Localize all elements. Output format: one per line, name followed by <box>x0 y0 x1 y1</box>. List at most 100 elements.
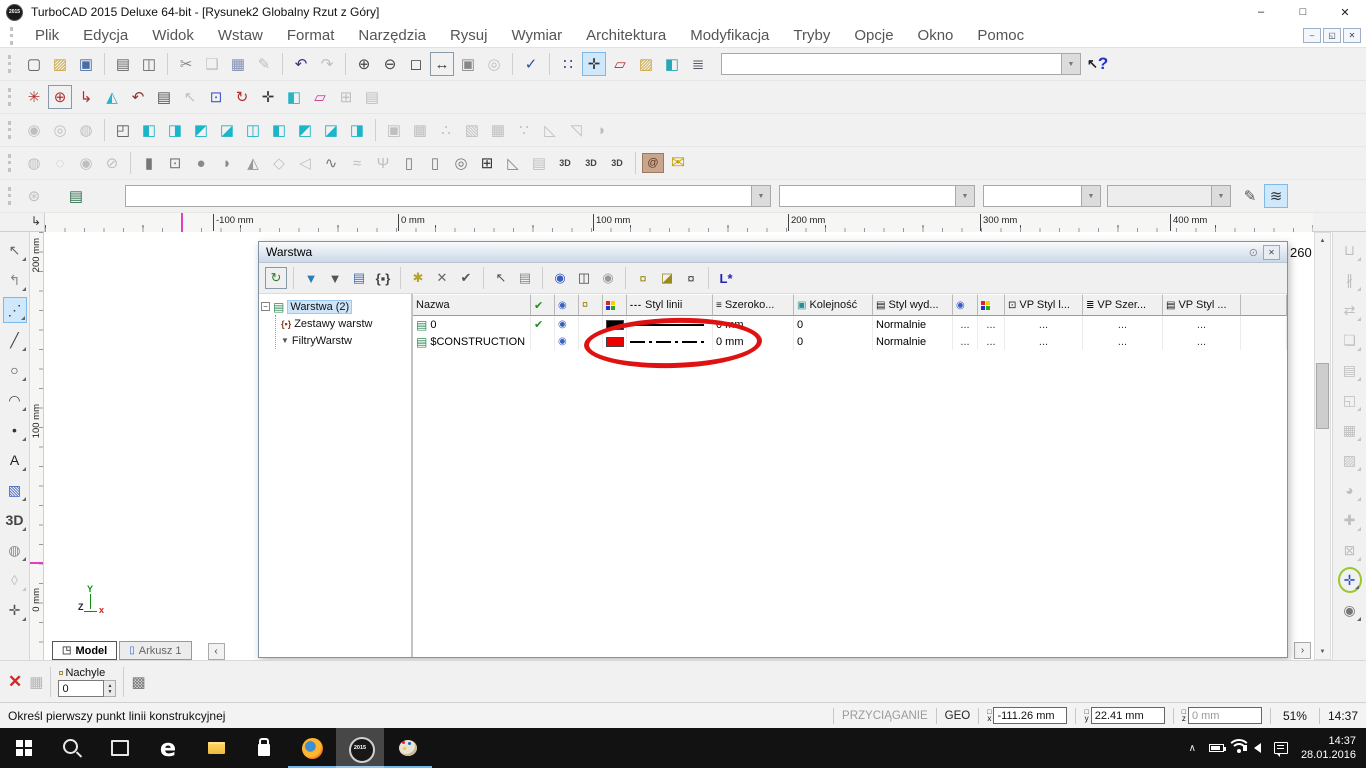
checkered-flag-icon[interactable]: ▩ <box>131 673 145 691</box>
x-coordinate-field[interactable]: -111.26 mm <box>993 707 1067 724</box>
washer-icon[interactable]: ◎ <box>449 151 473 175</box>
invert-lock-icon[interactable]: ◪ <box>656 267 678 289</box>
lock-layer-icon[interactable]: ¤ <box>680 267 702 289</box>
tree-collapse-icon[interactable]: − <box>261 302 270 311</box>
grid-dots-icon[interactable]: ∷ <box>556 52 580 76</box>
chevron-down-icon[interactable]: ▼ <box>751 186 770 206</box>
hemisphere-icon[interactable]: ◗ <box>215 151 239 175</box>
view-cube-iso2-icon[interactable]: ◪ <box>319 118 343 142</box>
view-cube-right-icon[interactable]: ◪ <box>215 118 239 142</box>
firefox-button[interactable] <box>288 728 336 768</box>
width-combo[interactable]: ▼ <box>983 185 1101 207</box>
view-cube-iso1-icon[interactable]: ◩ <box>293 118 317 142</box>
arc-3d-icon[interactable]: 3D <box>579 151 603 175</box>
arc-tool-icon[interactable]: ◠ <box>3 387 27 413</box>
zoom-out-icon[interactable]: ⊖ <box>378 52 402 76</box>
text-tool-icon[interactable]: A <box>3 447 27 473</box>
wifi-icon[interactable] <box>1237 749 1241 753</box>
menu-opcje[interactable]: Opcje <box>843 24 904 48</box>
symbols-folder-icon[interactable]: ▨ <box>634 52 658 76</box>
cancel-icon[interactable]: ✕ <box>8 672 22 692</box>
wp-by-3points-icon[interactable]: ✳ <box>22 85 46 109</box>
wp-by-axes-icon[interactable]: ↳ <box>74 85 98 109</box>
chevron-down-icon[interactable]: ▼ <box>1081 186 1100 206</box>
snap-mouse-icon[interactable]: ✛ <box>582 52 606 76</box>
pan-tool-icon[interactable]: ✛ <box>3 597 27 623</box>
view-cube-back-icon[interactable]: ◨ <box>163 118 187 142</box>
view-cube-iso3-icon[interactable]: ◨ <box>345 118 369 142</box>
style-combo[interactable]: ▼ <box>125 185 771 207</box>
view-cube-left-icon[interactable]: ◩ <box>189 118 213 142</box>
edge-button[interactable]: e <box>144 728 192 768</box>
spinner-buttons[interactable]: ▲▼ <box>104 680 116 697</box>
rename-layer-icon[interactable]: L* <box>715 267 737 289</box>
color-combo[interactable]: ▼ <box>779 185 975 207</box>
layers-copy-icon[interactable]: ▤ <box>348 267 370 289</box>
scrollbar-track[interactable] <box>1315 248 1330 644</box>
menu-modyfikacja[interactable]: Modyfikacja <box>679 24 780 48</box>
dialog-close-button[interactable]: ✕ <box>1263 245 1280 260</box>
close-button[interactable]: ✕ <box>1324 0 1366 24</box>
column-active[interactable]: ✔ <box>531 294 555 316</box>
workplane-small-icon[interactable]: ▱ <box>608 52 632 76</box>
invert-visibility-icon[interactable]: ◫ <box>573 267 595 289</box>
undo-icon[interactable]: ↶ <box>289 52 313 76</box>
view-cube-front-icon[interactable]: ◧ <box>137 118 161 142</box>
tree-item-zestawy-warstw[interactable]: {▪} Zestawy warstw <box>276 315 409 332</box>
battery-icon[interactable] <box>1209 744 1224 752</box>
column-color[interactable] <box>603 294 627 316</box>
view-preset-combo[interactable]: ▼ <box>721 53 1081 75</box>
column-vp-styl-wydruku[interactable]: ▤VP Styl ... <box>1163 294 1241 316</box>
scroll-up-arrow[interactable]: ▲ <box>1315 233 1330 248</box>
wp-move-icon[interactable]: ✛ <box>256 85 280 109</box>
dialog-title-bar[interactable]: Warstwa ⊙ ✕ <box>259 242 1287 263</box>
show-all-layers-icon[interactable]: ◉ <box>549 267 571 289</box>
delete-layer-icon[interactable]: ✕ <box>431 267 453 289</box>
spell-check-icon[interactable]: ✓ <box>519 52 543 76</box>
layer-properties-icon[interactable]: ▤ <box>514 267 536 289</box>
mesh-grid-icon[interactable]: ⊞ <box>475 151 499 175</box>
wp-edit-nodes-icon[interactable]: ⊡ <box>204 85 228 109</box>
action-center-icon[interactable] <box>1274 742 1288 754</box>
menu-architektura[interactable]: Architektura <box>575 24 677 48</box>
file-explorer-button[interactable] <box>192 728 240 768</box>
vertical-scrollbar[interactable]: ▲ ▼ <box>1314 232 1331 660</box>
tray-expand-icon[interactable]: ∧ <box>1189 743 1196 754</box>
point-tool-icon[interactable]: • <box>3 417 27 443</box>
context-help-icon[interactable]: ↖? <box>1087 54 1108 74</box>
geo-toggle[interactable]: GEO <box>945 710 971 722</box>
cylinder2-icon[interactable]: ▯ <box>423 151 447 175</box>
cut-icon[interactable]: ✂ <box>174 52 198 76</box>
node-edit-tool-icon[interactable]: ↰ <box>3 267 27 293</box>
print-preview-icon[interactable]: ◫ <box>137 52 161 76</box>
y-coordinate-field[interactable]: 22.41 mm <box>1091 707 1165 724</box>
paint-button[interactable] <box>384 728 432 768</box>
select-on-layer-icon[interactable]: ↖ <box>490 267 512 289</box>
layer-sets-icon[interactable]: {▪} <box>372 267 394 289</box>
menu-rysuj[interactable]: Rysuj <box>439 24 499 48</box>
volume-icon[interactable] <box>1254 743 1261 753</box>
layers-flyout-icon[interactable]: ≣ <box>686 52 710 76</box>
zoom-extents-icon[interactable]: ↔ <box>430 52 454 76</box>
view-cube-bottom-icon[interactable]: ◧ <box>267 118 291 142</box>
task-view-button[interactable] <box>96 728 144 768</box>
wp-previous-icon[interactable]: ↶ <box>126 85 150 109</box>
mdi-minimize-button[interactable]: – <box>1303 28 1321 43</box>
color-swatch[interactable] <box>606 337 624 347</box>
minimize-button[interactable]: – <box>1240 0 1282 24</box>
zoom-in-icon[interactable]: ⊕ <box>352 52 376 76</box>
ramp-icon[interactable]: ◺ <box>501 151 525 175</box>
menu-edycja[interactable]: Edycja <box>72 24 139 48</box>
image-tool-icon[interactable]: ▧ <box>3 477 27 503</box>
turbocad-taskbar-button[interactable]: 2015 <box>336 728 384 768</box>
column-styl-wydruku[interactable]: ▤Styl wyd... <box>873 294 953 316</box>
column-nazwa[interactable]: Nazwa <box>413 294 531 316</box>
tree-item-filtry-warstw[interactable]: ▼ FiltryWarstw <box>276 332 409 349</box>
print-icon[interactable]: ▤ <box>111 52 135 76</box>
layer-row-construction[interactable]: ▤$CONSTRUCTION ◉ 0 mm 0 Normalnie ... ..… <box>413 333 1287 350</box>
mdi-close-button[interactable]: ✕ <box>1343 28 1361 43</box>
wp-facet-icon[interactable]: ▱ <box>308 85 332 109</box>
new-file-icon[interactable]: ▢ <box>22 52 46 76</box>
field-lock-icon[interactable]: ¤ <box>58 666 63 680</box>
search-button[interactable] <box>48 728 96 768</box>
